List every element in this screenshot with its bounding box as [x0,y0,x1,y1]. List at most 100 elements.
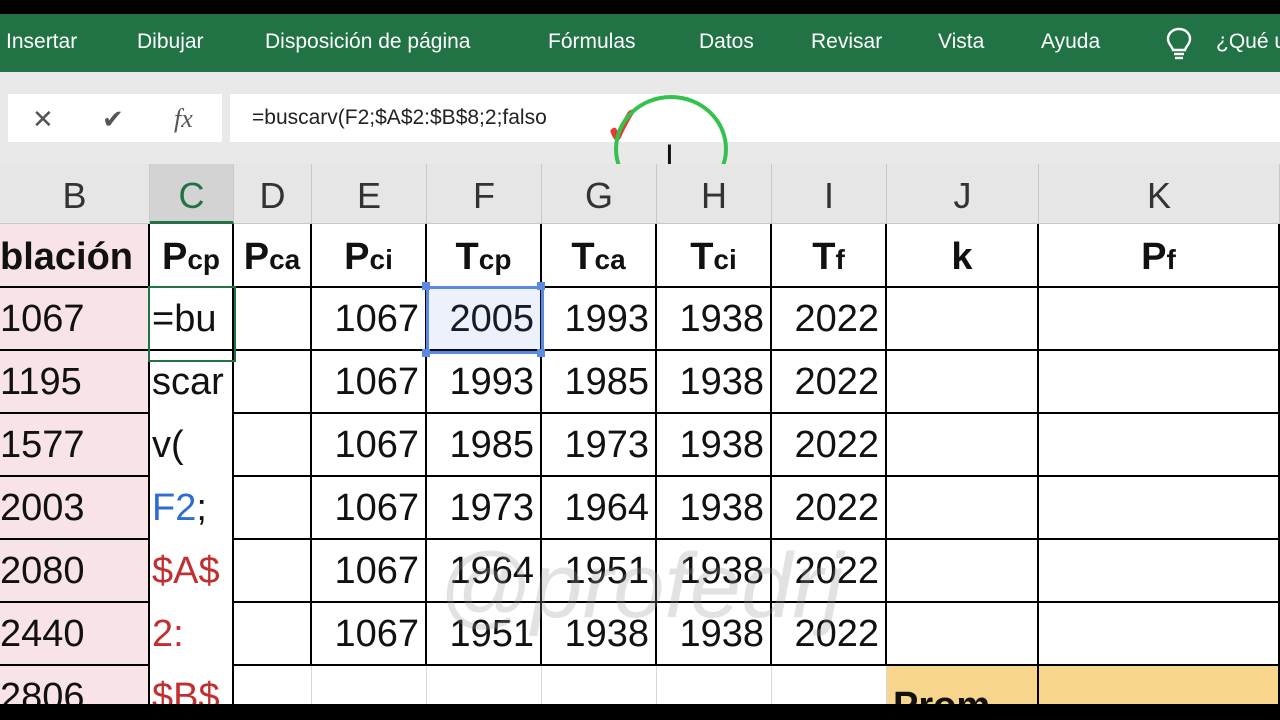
cell-b5[interactable]: 2003 [0,477,150,540]
range-handle-icon[interactable] [537,282,545,290]
header-sub: ci [713,244,737,275]
cell-c7[interactable]: 2: [150,603,234,666]
tab-revisar[interactable]: Revisar [811,30,882,54]
cell-f5[interactable]: 1973 [427,477,542,540]
cell-f8[interactable] [427,666,542,704]
cell-g8[interactable] [542,666,657,704]
cell-g3[interactable]: 1985 [542,351,657,414]
cell-g2[interactable]: 1993 [542,288,657,351]
cell-b6[interactable]: 2080 [0,540,150,603]
formula-input[interactable]: =buscarv(F2;$A$2:$B$8;2;falso [230,94,1280,142]
cell-e4[interactable]: 1067 [312,414,427,477]
tell-me-search[interactable]: ¿Qué u [1216,30,1280,54]
cell-k8[interactable] [1039,666,1280,704]
cell-i3[interactable]: 2022 [772,351,887,414]
cell-k5[interactable] [1039,477,1280,540]
cell-c5[interactable]: F2; [150,477,234,540]
cancel-icon[interactable]: ✕ [32,104,54,135]
range-handle-icon[interactable] [422,282,430,290]
cell-h8[interactable] [657,666,772,704]
cell-d3[interactable] [234,351,312,414]
cell-j7[interactable] [887,603,1039,666]
cell-j3[interactable] [887,351,1039,414]
cell-e1[interactable]: Pci [312,224,427,288]
cell-h3[interactable]: 1938 [657,351,772,414]
header-main: T [455,236,479,278]
cell-g4[interactable]: 1973 [542,414,657,477]
cell-e2[interactable]: 1067 [312,288,427,351]
cell-e8[interactable] [312,666,427,704]
column-header-g[interactable]: G [542,164,657,224]
cell-c6[interactable]: $A$ [150,540,234,603]
cell-h5[interactable]: 1938 [657,477,772,540]
cell-b1[interactable]: blación [0,224,150,288]
cell-d6[interactable] [234,540,312,603]
cell-j6[interactable] [887,540,1039,603]
column-header-k[interactable]: K [1039,164,1280,224]
cell-g5[interactable]: 1964 [542,477,657,540]
cell-f4[interactable]: 1985 [427,414,542,477]
column-header-b[interactable]: B [0,164,150,224]
cell-h2[interactable]: 1938 [657,288,772,351]
cell-e7[interactable]: 1067 [312,603,427,666]
cell-i1[interactable]: Tf [772,224,887,288]
cell-b2[interactable]: 1067 [0,288,150,351]
cell-j8-prom[interactable]: Prom [887,666,1039,704]
tab-dibujar[interactable]: Dibujar [137,30,204,54]
cell-b4[interactable]: 1577 [0,414,150,477]
cell-j2[interactable] [887,288,1039,351]
tab-disposicion[interactable]: Disposición de página [265,30,470,54]
tab-insertar[interactable]: Insertar [6,30,77,54]
cell-g1[interactable]: Tca [542,224,657,288]
tab-datos[interactable]: Datos [699,30,754,54]
cell-i4[interactable]: 2022 [772,414,887,477]
range-handle-icon[interactable] [422,349,430,357]
cell-j1[interactable]: k [887,224,1039,288]
cell-c1[interactable]: Pcp [150,224,234,288]
cell-f1[interactable]: Tcp [427,224,542,288]
column-header-c[interactable]: C [150,164,234,224]
cell-d7[interactable] [234,603,312,666]
header-main: P [344,236,370,278]
range-handle-icon[interactable] [537,349,545,357]
cell-e6[interactable]: 1067 [312,540,427,603]
cell-i5[interactable]: 2022 [772,477,887,540]
cell-d5[interactable] [234,477,312,540]
cell-d8[interactable] [234,666,312,704]
cell-j5[interactable] [887,477,1039,540]
tab-ayuda[interactable]: Ayuda [1041,30,1100,54]
column-header-h[interactable]: H [657,164,772,224]
column-header-j[interactable]: J [887,164,1039,224]
cell-i2[interactable]: 2022 [772,288,887,351]
cell-b8[interactable]: 2806 [0,666,150,704]
cell-d1[interactable]: Pca [234,224,312,288]
enter-check-icon[interactable]: ✔ [102,104,124,135]
cell-c4[interactable]: v( [150,414,234,477]
cell-d4[interactable] [234,414,312,477]
column-header-f[interactable]: F [427,164,542,224]
column-header-e[interactable]: E [312,164,427,224]
cell-b7[interactable]: 2440 [0,603,150,666]
cell-d2[interactable] [234,288,312,351]
tab-formulas[interactable]: Fórmulas [548,30,636,54]
cell-h1[interactable]: Tci [657,224,772,288]
cell-k7[interactable] [1039,603,1280,666]
cell-j4[interactable] [887,414,1039,477]
cell-f3[interactable]: 1993 [427,351,542,414]
column-header-d[interactable]: D [234,164,312,224]
cell-h4[interactable]: 1938 [657,414,772,477]
cell-c8[interactable]: $B$ [150,666,234,704]
cell-k4[interactable] [1039,414,1280,477]
lightbulb-icon[interactable] [1164,26,1194,62]
insert-function-icon[interactable]: fx [174,104,193,134]
cell-b3[interactable]: 1195 [0,351,150,414]
cell-k6[interactable] [1039,540,1280,603]
cell-e3[interactable]: 1067 [312,351,427,414]
column-header-i[interactable]: I [772,164,887,224]
cell-k3[interactable] [1039,351,1280,414]
tab-vista[interactable]: Vista [938,30,984,54]
cell-k2[interactable] [1039,288,1280,351]
cell-e5[interactable]: 1067 [312,477,427,540]
cell-k1[interactable]: Pf [1039,224,1280,288]
cell-i8[interactable] [772,666,887,704]
